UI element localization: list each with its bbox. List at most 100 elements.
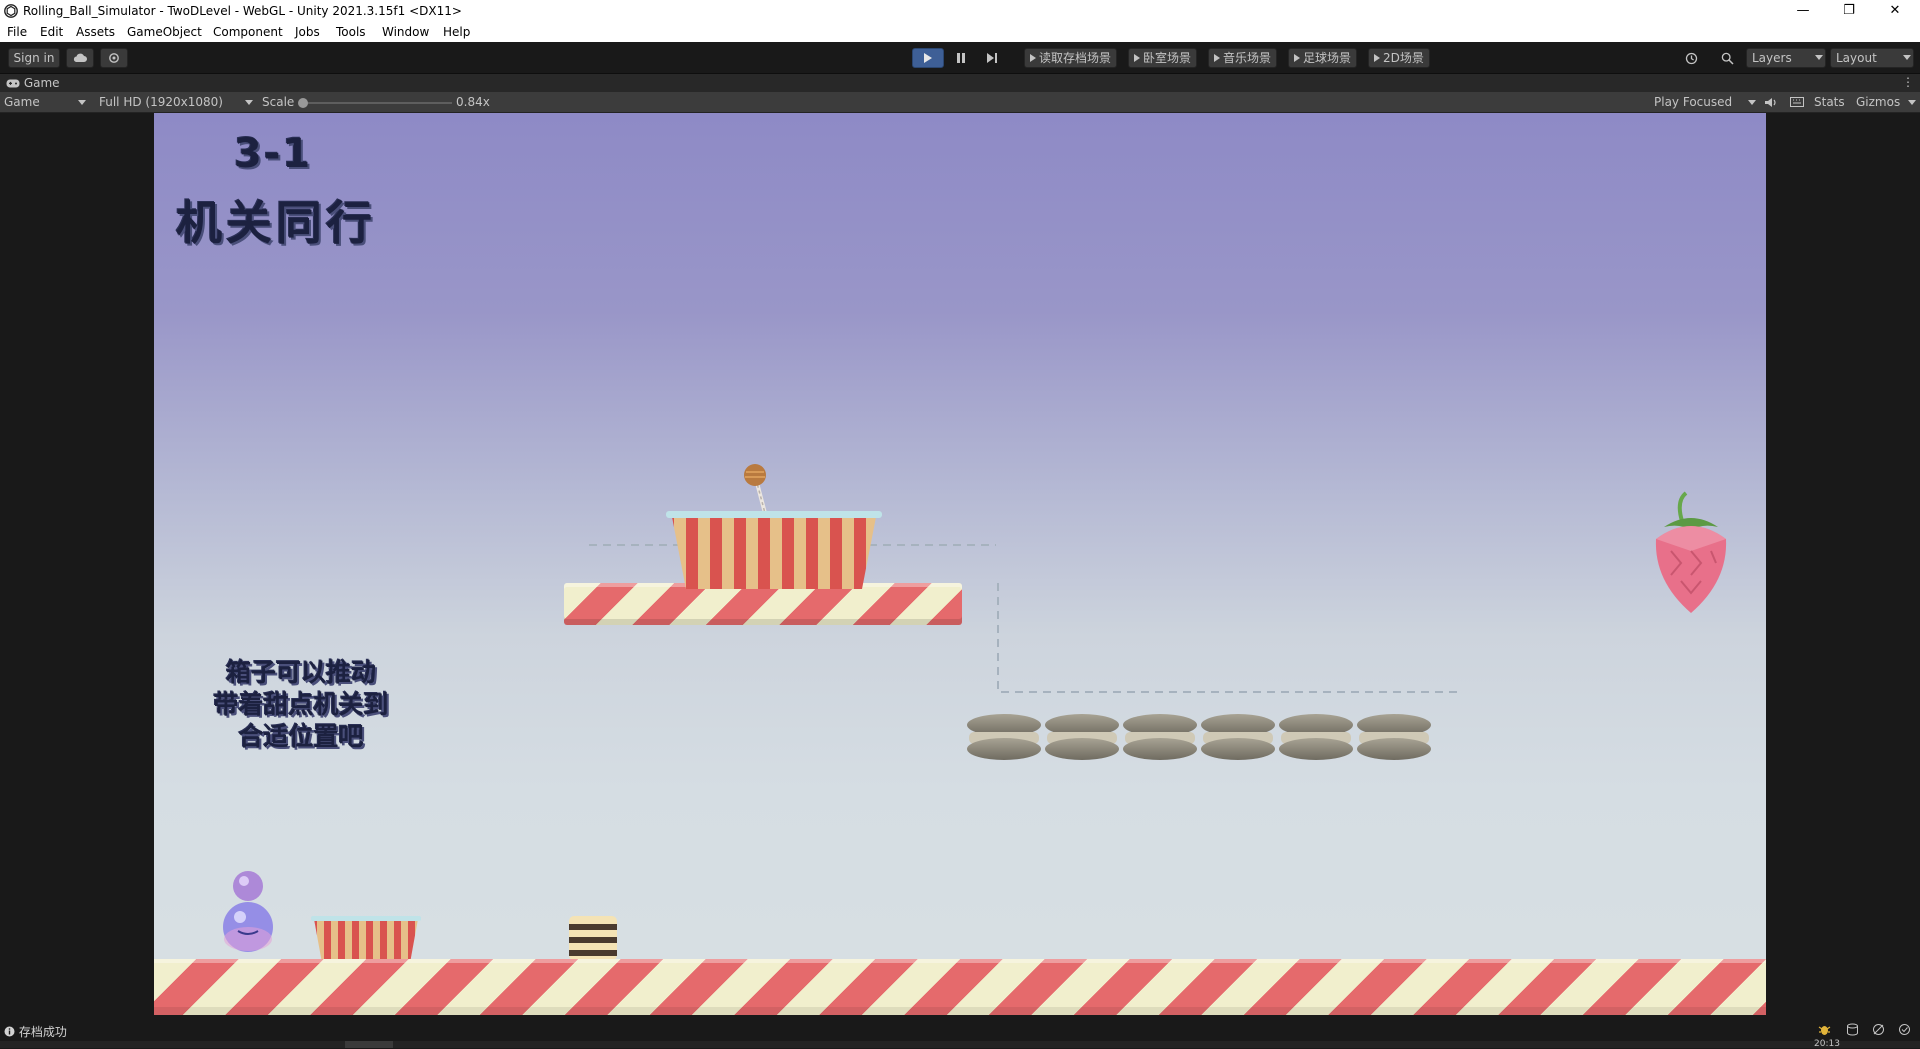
dashed-guide-lines: [589, 544, 1459, 693]
resolution-label: Full HD (1920x1080): [99, 95, 223, 109]
play-icon: [924, 53, 932, 63]
chevron-down-icon: [1908, 100, 1916, 105]
chevron-down-icon: [1815, 55, 1823, 60]
main-toolbar: Sign in 读取存档场景 卧室场景 音乐场景 足球场景 2D场景 Layer…: [0, 42, 1920, 74]
tab-game-label: Game: [23, 76, 60, 90]
display-dropdown[interactable]: Game: [4, 94, 86, 111]
scene-button-music[interactable]: 音乐场景: [1208, 48, 1278, 68]
game-render[interactable]: 3-1 机关同行 箱子可以推动 带着甜点机关到 合适位置吧: [154, 113, 1766, 1015]
menu-file[interactable]: File: [7, 25, 27, 39]
scale-value: 0.84x: [456, 95, 490, 109]
menu-component[interactable]: Component: [213, 25, 283, 39]
menu-assets[interactable]: Assets: [76, 25, 115, 39]
gamepad-icon: [6, 79, 20, 88]
display-label: Game: [4, 95, 40, 109]
candy-stripe-platform: [564, 583, 962, 625]
check-circle-icon[interactable]: [1898, 1023, 1911, 1039]
info-icon: [4, 1026, 15, 1037]
minimize-button[interactable]: —: [1780, 0, 1826, 22]
play-icon: [1374, 54, 1380, 62]
database-icon[interactable]: [1846, 1023, 1859, 1039]
gizmos-label: Gizmos: [1856, 95, 1901, 109]
scale-slider[interactable]: [298, 98, 452, 108]
search-icon: [1721, 52, 1734, 65]
sign-in-button[interactable]: Sign in: [8, 48, 60, 68]
taskbar-strip: 20:13: [0, 1039, 1920, 1049]
scene-button-football[interactable]: 足球场景: [1288, 48, 1358, 68]
cupcake-box-small: [311, 916, 421, 963]
search-button[interactable]: [1712, 48, 1742, 68]
maximize-button[interactable]: ❐: [1826, 0, 1872, 22]
cloud-button[interactable]: [66, 48, 94, 68]
game-viewport[interactable]: 3-1 机关同行 箱子可以推动 带着甜点机关到 合适位置吧: [0, 113, 1920, 1019]
layer-cake-block: [569, 916, 617, 960]
play-icon: [1030, 54, 1036, 62]
stats-button[interactable]: Stats: [1814, 94, 1845, 111]
close-button[interactable]: ✕: [1872, 0, 1918, 22]
gizmos-dropdown[interactable]: Gizmos: [1856, 94, 1916, 111]
play-icon: [1294, 54, 1300, 62]
panel-tab-bar: Game ⋮: [0, 74, 1920, 92]
collab-button[interactable]: [100, 48, 128, 68]
cupcake-box-large: [666, 511, 882, 589]
settings-icon: [109, 53, 119, 63]
step-icon: [987, 53, 997, 63]
scene-button-label: 2D场景: [1383, 51, 1424, 65]
player-ball-character: [223, 871, 273, 952]
status-bar: 存档成功: [0, 1019, 1920, 1041]
scene-button-bedroom[interactable]: 卧室场景: [1128, 48, 1198, 68]
layout-dropdown[interactable]: Layout: [1830, 48, 1914, 68]
unity-logo-icon: [4, 4, 18, 18]
play-mode-label: Play Focused: [1654, 95, 1733, 109]
menu-tools[interactable]: Tools: [336, 25, 366, 39]
panel-menu-icon[interactable]: ⋮: [1902, 75, 1914, 89]
play-icon: [1214, 54, 1220, 62]
taskbar-indicator: [345, 1041, 393, 1048]
menu-help[interactable]: Help: [443, 25, 470, 39]
step-button[interactable]: [977, 48, 1007, 68]
pause-button[interactable]: [946, 48, 976, 68]
scene-button-2d[interactable]: 2D场景: [1368, 48, 1430, 68]
keyboard-icon: [1790, 97, 1804, 107]
pause-icon: [957, 53, 965, 63]
scale-slider-handle[interactable]: [298, 98, 308, 108]
stats-keyboard-button[interactable]: [1790, 94, 1804, 111]
game-view-toolbar: Game Full HD (1920x1080) Scale 0.84x Pla…: [0, 92, 1920, 113]
strawberry-goal-icon: [1655, 491, 1727, 613]
scene-button-load-save[interactable]: 读取存档场景: [1024, 48, 1118, 68]
console-status[interactable]: 存档成功: [4, 1023, 67, 1040]
chevron-down-icon: [1903, 55, 1911, 60]
scale-label: Scale: [262, 95, 295, 109]
network-off-icon[interactable]: [1872, 1023, 1885, 1039]
undo-history-button[interactable]: [1676, 48, 1706, 68]
menu-jobs[interactable]: Jobs: [295, 25, 320, 39]
chevron-down-icon: [1748, 100, 1756, 105]
window-title: Rolling_Ball_Simulator - TwoDLevel - Web…: [23, 4, 462, 18]
layers-label: Layers: [1752, 51, 1792, 65]
scene-button-label: 读取存档场景: [1039, 51, 1112, 65]
macaron-icons: [967, 714, 1431, 760]
play-button[interactable]: [912, 48, 944, 68]
play-mode-dropdown[interactable]: Play Focused: [1654, 94, 1756, 111]
candy-stripe-ground: [154, 959, 1766, 1015]
menu-gameobject[interactable]: GameObject: [127, 25, 202, 39]
tab-game[interactable]: Game: [6, 76, 60, 90]
bug-icon[interactable]: [1818, 1023, 1831, 1039]
history-icon: [1685, 52, 1697, 65]
status-message: 存档成功: [18, 1025, 67, 1039]
resolution-dropdown[interactable]: Full HD (1920x1080): [99, 94, 253, 111]
chevron-down-icon: [245, 100, 253, 105]
chevron-down-icon: [78, 100, 86, 105]
speaker-icon: [1765, 98, 1776, 107]
menu-edit[interactable]: Edit: [40, 25, 63, 39]
mute-audio-button[interactable]: [1764, 94, 1777, 111]
layers-dropdown[interactable]: Layers: [1746, 48, 1826, 68]
menu-bar: File Edit Assets GameObject Component Jo…: [0, 22, 1920, 42]
scene-button-label: 音乐场景: [1223, 51, 1272, 65]
cloud-icon: [73, 53, 87, 62]
menu-window[interactable]: Window: [382, 25, 429, 39]
layout-label: Layout: [1836, 51, 1877, 65]
scene-button-label: 卧室场景: [1143, 51, 1192, 65]
macaron-row: [966, 713, 1436, 763]
play-icon: [1134, 54, 1140, 62]
